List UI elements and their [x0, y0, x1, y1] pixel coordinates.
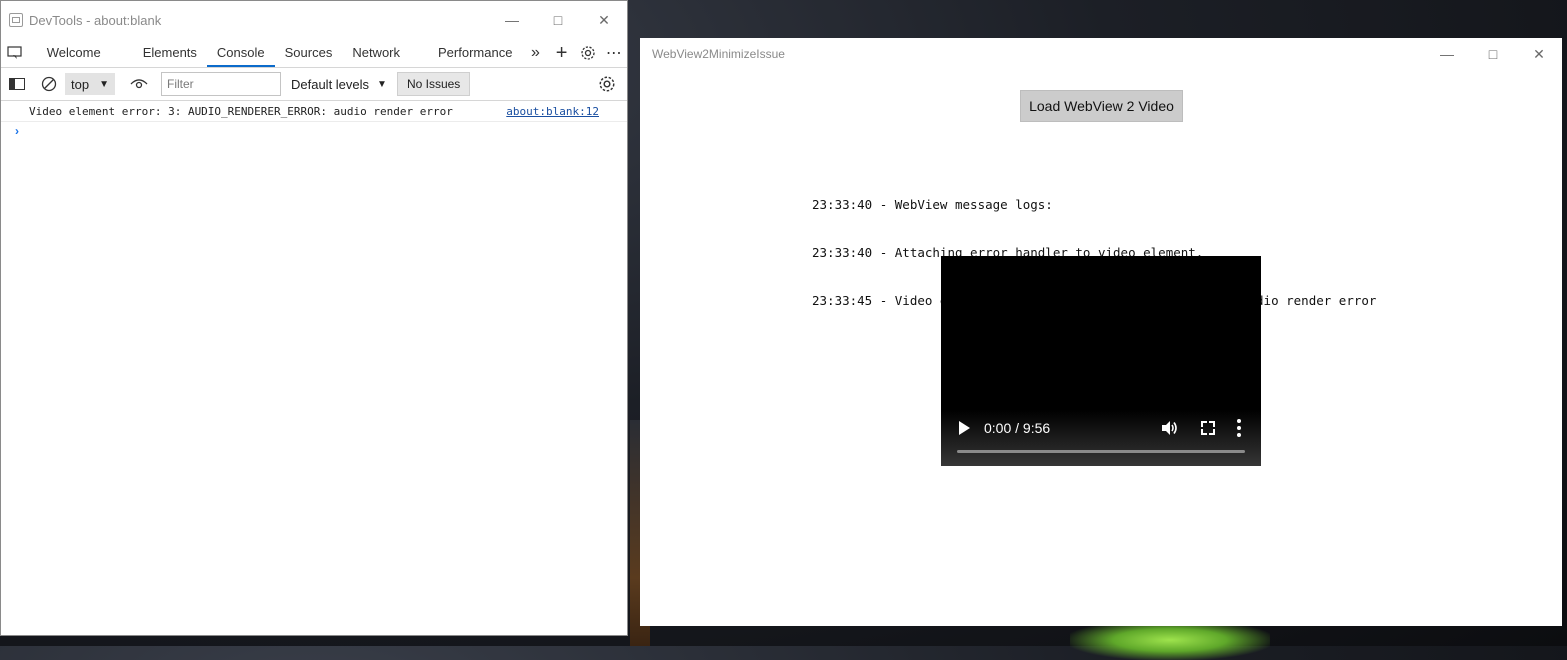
device-toolbar-icon[interactable]: [1, 46, 29, 60]
maximize-icon[interactable]: □: [535, 1, 581, 39]
devtools-app-icon: [9, 13, 23, 27]
filter-input[interactable]: [160, 72, 281, 96]
close-icon[interactable]: ✕: [581, 1, 627, 39]
dropdown-arrow-icon: ▼: [377, 78, 387, 90]
log-levels-label: Default levels: [290, 76, 370, 92]
maximize-icon[interactable]: □: [1470, 38, 1516, 70]
video-controls: 0:00 / 9:56: [941, 410, 1261, 466]
app-titlebar[interactable]: WebView2MinimizeIssue — □ ✕: [640, 38, 1562, 70]
console-toolbar: top ▼ Default levels ▼ No Issues: [1, 68, 627, 101]
live-expression-eye-icon[interactable]: [123, 78, 155, 90]
load-video-button[interactable]: Load WebView 2 Video: [1020, 90, 1183, 122]
minimize-icon[interactable]: —: [1424, 38, 1470, 70]
minimize-icon[interactable]: —: [489, 1, 535, 39]
tab-sources[interactable]: Sources: [275, 39, 343, 67]
log-levels-select[interactable]: Default levels ▼: [291, 77, 387, 92]
more-options-icon[interactable]: ⋯: [601, 43, 627, 63]
context-select[interactable]: top ▼: [65, 73, 115, 95]
context-value: top: [71, 76, 90, 92]
play-icon[interactable]: [959, 421, 970, 435]
devtools-title: DevTools - about:blank: [29, 12, 162, 28]
tab-console[interactable]: Console: [206, 39, 275, 67]
issues-button[interactable]: No Issues: [396, 72, 471, 96]
devtools-tabbar: Welcome Elements Console Sources Network…: [1, 39, 627, 68]
app-title: WebView2MinimizeIssue: [652, 47, 785, 61]
sidebar-toggle-icon[interactable]: [1, 78, 33, 90]
volume-icon[interactable]: [1159, 418, 1179, 438]
webview-app-window: WebView2MinimizeIssue — □ ✕ Load WebView…: [640, 38, 1562, 626]
devtools-titlebar[interactable]: DevTools - about:blank — □ ✕: [1, 1, 627, 39]
log-line: 23:33:40 - WebView message logs:: [812, 197, 1053, 212]
console-settings-icon[interactable]: [591, 75, 623, 93]
add-tab-icon[interactable]: +: [549, 42, 575, 65]
console-source-link[interactable]: about:blank:12: [506, 105, 599, 118]
devtools-window: DevTools - about:blank — □ ✕ Welcome Ele…: [0, 0, 628, 636]
tab-elements[interactable]: Elements: [133, 39, 207, 67]
clear-console-icon[interactable]: [33, 76, 65, 92]
video-progress-bar[interactable]: [957, 450, 1245, 453]
tab-network[interactable]: Network: [342, 39, 410, 67]
fullscreen-icon[interactable]: [1201, 421, 1215, 435]
console-message: Video element error: 3: AUDIO_RENDERER_E…: [1, 101, 627, 122]
close-icon[interactable]: ✕: [1516, 38, 1562, 70]
video-player[interactable]: 0:00 / 9:56: [941, 256, 1261, 466]
tab-welcome[interactable]: Welcome: [37, 39, 111, 67]
console-prompt[interactable]: ›: [1, 122, 627, 138]
video-time: 0:00 / 9:56: [984, 420, 1051, 436]
tab-performance[interactable]: Performance: [428, 39, 522, 67]
console-message-text: Video element error: 3: AUDIO_RENDERER_E…: [29, 104, 453, 118]
settings-icon[interactable]: [575, 45, 601, 61]
dropdown-arrow-icon: ▼: [99, 78, 109, 90]
desktop-background-tent: [1070, 620, 1270, 660]
video-more-options-icon[interactable]: [1237, 419, 1241, 437]
more-tabs-icon[interactable]: »: [522, 44, 548, 62]
